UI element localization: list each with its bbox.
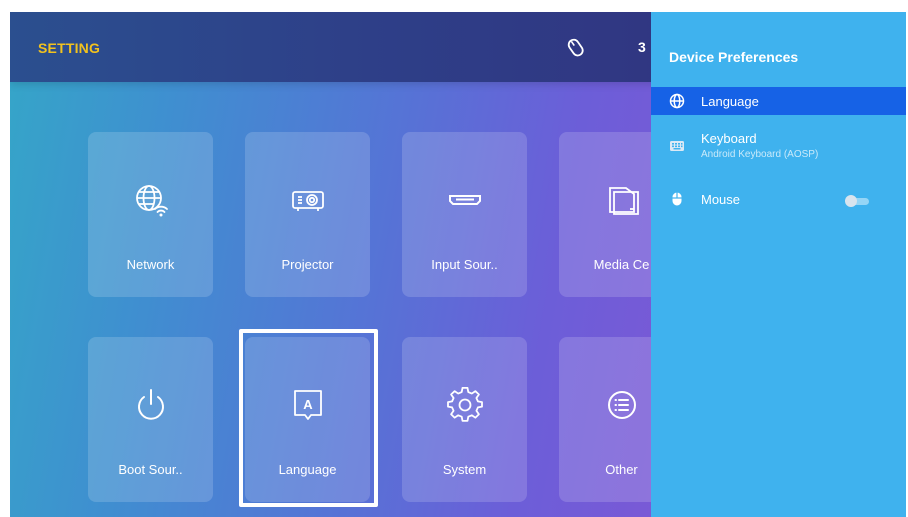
keyboard-icon bbox=[670, 141, 684, 151]
tile-network[interactable]: Network bbox=[88, 132, 213, 297]
tile-label: System bbox=[442, 462, 487, 477]
tile-boot-source[interactable]: Boot Sour.. bbox=[88, 337, 213, 502]
globe-icon bbox=[669, 93, 685, 109]
panel-title: Device Preferences bbox=[669, 49, 799, 65]
tile-label: Projector bbox=[281, 257, 334, 272]
pref-item-label: Language bbox=[701, 94, 759, 109]
pref-item-label: Mouse bbox=[701, 192, 741, 207]
focus-highlight bbox=[239, 329, 378, 507]
list-circle-icon bbox=[607, 391, 636, 419]
mouse-toggle-switch[interactable] bbox=[845, 195, 871, 207]
folder-icon bbox=[608, 187, 639, 215]
globe-wifi-icon bbox=[135, 185, 168, 217]
page-title: SETTING bbox=[38, 40, 101, 56]
projector-icon bbox=[291, 191, 324, 211]
hdmi-port-icon bbox=[448, 195, 481, 205]
pref-item-sublabel: Android Keyboard (AOSP) bbox=[701, 149, 819, 160]
mouse-pointer-icon bbox=[567, 38, 584, 57]
pref-item-label: Keyboard bbox=[701, 131, 757, 146]
tile-input-source[interactable]: Input Sour.. bbox=[402, 132, 527, 297]
mouse-icon bbox=[672, 192, 682, 206]
gear-icon bbox=[446, 387, 483, 422]
pref-item-mouse[interactable]: Mouse bbox=[651, 186, 906, 214]
power-icon bbox=[137, 389, 164, 420]
clock-text: 3 bbox=[638, 39, 646, 55]
tile-projector[interactable]: Projector bbox=[245, 132, 370, 297]
settings-screen: SETTING 3 Network Projector Input Sour..… bbox=[10, 12, 906, 517]
pref-item-language[interactable]: Language bbox=[651, 87, 906, 115]
pref-item-keyboard[interactable]: Keyboard Android Keyboard (AOSP) bbox=[651, 127, 906, 167]
tile-label: Boot Sour.. bbox=[118, 462, 183, 477]
tile-label: Input Sour.. bbox=[431, 257, 498, 272]
tile-label: Network bbox=[126, 257, 175, 272]
toggle-knob bbox=[845, 195, 857, 207]
tile-system[interactable]: System bbox=[402, 337, 527, 502]
device-preferences-panel: Device Preferences Language Keyboard And… bbox=[651, 12, 906, 517]
